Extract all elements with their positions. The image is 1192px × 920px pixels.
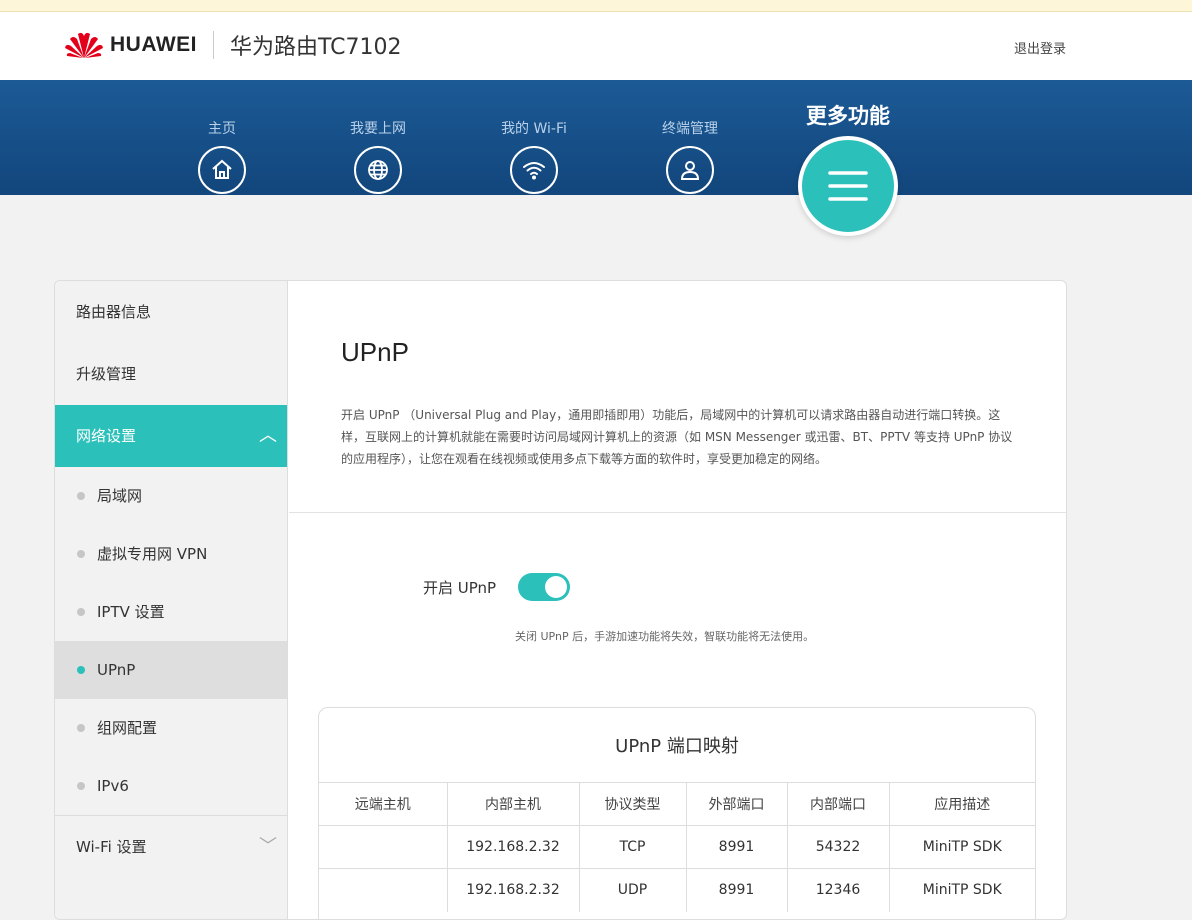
bullet-dot xyxy=(77,550,85,558)
column-header: 应用描述 xyxy=(888,782,1035,826)
logout-link[interactable]: 退出登录 xyxy=(1014,38,1066,57)
page-title: UPnP xyxy=(341,337,409,367)
port-map-table: 远端主机 内部主机 协议类型 外部端口 内部端口 应用描述 192.168.2.… xyxy=(319,782,1035,912)
upnp-toggle-label: 开启 UPnP xyxy=(423,578,497,597)
nav-internet[interactable]: 我要上网 xyxy=(328,80,428,194)
nav-wifi[interactable]: 我的 Wi-Fi xyxy=(484,80,584,194)
settings-panel: 路由器信息 升级管理 网络设置 ︿ 局域网 虚拟专用网 VPN IPTV 设置 … xyxy=(54,280,1067,920)
sidebar-item-upgrade[interactable]: 升级管理 xyxy=(55,343,287,405)
sidebar-item-wifi-settings[interactable]: Wi-Fi 设置 ﹀ xyxy=(55,815,287,877)
table-cell xyxy=(319,868,447,912)
home-icon xyxy=(198,146,246,194)
header: HUAWEI 华为路由TC7102 退出登录 xyxy=(0,12,1192,80)
bullet-dot xyxy=(77,666,85,674)
huawei-logo: HUAWEI 华为路由TC7102 xyxy=(64,28,402,62)
brand-name: HUAWEI xyxy=(110,33,197,56)
intro-section: UPnP 开启 UPnP （Universal Plug and Play，通用… xyxy=(289,281,1066,513)
sidebar-subitem-upnp[interactable]: UPnP xyxy=(55,641,287,699)
column-header: 外部端口 xyxy=(685,782,787,826)
column-header: 协议类型 xyxy=(578,782,686,826)
table-cell: 192.168.2.32 xyxy=(446,868,579,912)
port-map-card: UPnP 端口映射 远端主机 内部主机 协议类型 外部端口 内部端口 应用描述 xyxy=(318,707,1036,919)
sidebar-item-network[interactable]: 网络设置 ︿ xyxy=(55,405,287,467)
column-header: 内部主机 xyxy=(446,782,579,826)
sidebar-subitem-vpn[interactable]: 虚拟专用网 VPN xyxy=(55,525,287,583)
sidebar-subitem-label: IPTV 设置 xyxy=(97,603,165,621)
huawei-flower-icon xyxy=(65,32,103,58)
nav-devices[interactable]: 终端管理 xyxy=(640,80,740,194)
upnp-toggle-row: 开启 UPnP xyxy=(423,573,571,601)
chevron-down-icon: ﹀ xyxy=(259,836,277,857)
user-icon xyxy=(666,146,714,194)
product-name: 华为路由TC7102 xyxy=(230,35,402,60)
menu-icon[interactable] xyxy=(798,136,898,236)
table-cell xyxy=(319,825,447,869)
wifi-icon xyxy=(510,146,558,194)
sidebar-subitem-label: IPv6 xyxy=(97,777,129,795)
bullet-dot xyxy=(77,492,85,500)
bullet-dot xyxy=(77,608,85,616)
nav-internet-label: 我要上网 xyxy=(350,121,406,137)
nav-wifi-label: 我的 Wi-Fi xyxy=(501,121,567,137)
table-cell: TCP xyxy=(578,825,686,869)
nav-home-label: 主页 xyxy=(208,121,236,137)
browser-notice-strip xyxy=(0,0,1192,12)
main-content: UPnP 开启 UPnP （Universal Plug and Play，通用… xyxy=(289,281,1066,919)
bullet-dot xyxy=(77,782,85,790)
table-cell: MiniTP SDK xyxy=(888,825,1035,869)
sidebar-subitem-label: 虚拟专用网 VPN xyxy=(97,545,208,563)
nav-more[interactable]: 更多功能 xyxy=(798,80,898,236)
sidebar-subitem-iptv[interactable]: IPTV 设置 xyxy=(55,583,287,641)
upnp-toggle-hint: 关闭 UPnP 后，手游加速功能将失效，智联功能将无法使用。 xyxy=(515,630,815,643)
table-row: 192.168.2.32 UDP 8991 12346 MiniTP SDK xyxy=(319,868,1035,912)
toggle-knob xyxy=(545,576,568,598)
sidebar: 路由器信息 升级管理 网络设置 ︿ 局域网 虚拟专用网 VPN IPTV 设置 … xyxy=(55,281,288,919)
bullet-dot xyxy=(77,724,85,732)
column-header: 内部端口 xyxy=(786,782,889,826)
column-header: 远端主机 xyxy=(319,782,447,826)
table-cell: 54322 xyxy=(786,825,889,869)
table-cell: MiniTP SDK xyxy=(888,868,1035,912)
table-header-row: 远端主机 内部主机 协议类型 外部端口 内部端口 应用描述 xyxy=(319,782,1035,826)
table-cell: 8991 xyxy=(685,825,787,869)
port-map-title: UPnP 端口映射 xyxy=(615,736,739,757)
table-cell: 8991 xyxy=(685,868,787,912)
sidebar-subitem-label: UPnP xyxy=(97,661,136,679)
chevron-up-icon: ︿ xyxy=(259,425,277,446)
upnp-toggle[interactable] xyxy=(518,573,571,601)
sidebar-item-network-label: 网络设置 xyxy=(76,427,137,445)
nav-devices-label: 终端管理 xyxy=(662,121,718,137)
main-nav: 主页 我要上网 我的 Wi-Fi 终端管理 更多功能 xyxy=(0,80,1192,236)
table-cell: 192.168.2.32 xyxy=(446,825,579,869)
nav-home[interactable]: 主页 xyxy=(172,80,272,194)
header-divider xyxy=(213,31,214,59)
sidebar-subitem-ipv6[interactable]: IPv6 xyxy=(55,757,287,815)
sidebar-subitem-mesh[interactable]: 组网配置 xyxy=(55,699,287,757)
nav-more-label: 更多功能 xyxy=(806,104,890,128)
table-row: 192.168.2.32 TCP 8991 54322 MiniTP SDK xyxy=(319,825,1035,869)
sidebar-item-router-info[interactable]: 路由器信息 xyxy=(55,281,287,343)
table-cell: UDP xyxy=(578,868,686,912)
sidebar-subitem-lan[interactable]: 局域网 xyxy=(55,467,287,525)
page-description: 开启 UPnP （Universal Plug and Play，通用即插即用）… xyxy=(341,408,1013,466)
sidebar-subitem-label: 局域网 xyxy=(97,487,143,505)
sidebar-subitem-label: 组网配置 xyxy=(97,719,158,737)
sidebar-item-wifi-label: Wi-Fi 设置 xyxy=(76,838,147,856)
table-cell: 12346 xyxy=(786,868,889,912)
globe-icon xyxy=(354,146,402,194)
